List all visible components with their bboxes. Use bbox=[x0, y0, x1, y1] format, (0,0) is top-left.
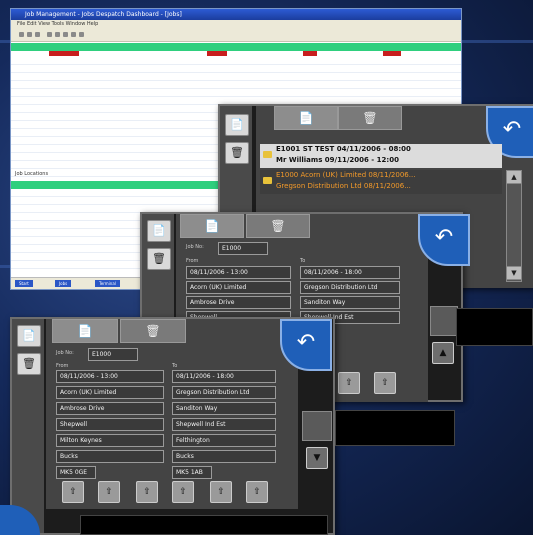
toolbar-icon[interactable] bbox=[71, 32, 76, 37]
toolbar-icon[interactable] bbox=[79, 32, 84, 37]
message-bar bbox=[80, 515, 328, 535]
toolbar-icon[interactable] bbox=[55, 32, 60, 37]
grid-row-highlight[interactable] bbox=[383, 51, 401, 56]
tab-documents[interactable]: 📄 bbox=[180, 214, 244, 238]
job-no-label: Job No: bbox=[186, 244, 204, 250]
job-no-field: E1000 bbox=[88, 348, 138, 361]
to-company-field: Gregson Distribution Ltd bbox=[172, 386, 276, 399]
load-green-icon[interactable]: ⇧ bbox=[136, 481, 158, 503]
inbox-icon[interactable]: 🗑 bbox=[147, 248, 171, 270]
from-address-field: Milton Keynes bbox=[56, 434, 164, 447]
from-address-field: Bucks bbox=[56, 450, 164, 463]
job-no-field: E1000 bbox=[218, 242, 268, 255]
load-green-icon[interactable]: ⇧ bbox=[172, 481, 194, 503]
from-label: From bbox=[56, 363, 69, 369]
save-icon[interactable]: 📄 bbox=[147, 220, 171, 242]
envelope-icon bbox=[263, 151, 272, 158]
to-address-field: Sanditon Way bbox=[300, 296, 400, 309]
to-date-field: 08/11/2006 - 18:00 bbox=[300, 266, 400, 279]
to-date-field: 08/11/2006 - 18:00 bbox=[172, 370, 276, 383]
from-label: From bbox=[186, 258, 199, 264]
save-icon[interactable]: 📄 bbox=[225, 114, 249, 136]
tab-delete[interactable]: 🗑 bbox=[120, 319, 186, 343]
taskbar-button[interactable]: Jobs bbox=[55, 280, 72, 287]
lower-pane-label: Job Locations bbox=[15, 171, 49, 177]
job-line: Gregson Distribution Ltd 08/11/2006... bbox=[276, 182, 411, 190]
toolbar-icon[interactable] bbox=[47, 32, 52, 37]
job-list-item[interactable]: E1001 ST TEST 04/11/2006 - 08:00 Mr Will… bbox=[260, 144, 502, 168]
grid-row-highlight[interactable] bbox=[49, 51, 79, 56]
scroll-up-button[interactable]: ▲ bbox=[506, 170, 522, 184]
from-postcode-field: MK5 0GE bbox=[56, 466, 96, 479]
to-address-field: Shepwell Ind Est bbox=[172, 418, 276, 431]
toolbar-icon[interactable] bbox=[63, 32, 68, 37]
message-bar bbox=[335, 410, 455, 446]
tab-delete[interactable]: 🗑 bbox=[338, 106, 402, 130]
taskbar-button[interactable]: Terminal bbox=[95, 280, 120, 287]
person-icon[interactable]: ⇧ bbox=[62, 481, 84, 503]
taskbar-button[interactable]: Start bbox=[15, 280, 33, 287]
side-strip: 📄 🗑 bbox=[12, 319, 44, 533]
job-line: E1000 Acorn (UK) Limited 08/11/2006... bbox=[276, 171, 416, 179]
tab-documents[interactable]: 📄 bbox=[52, 319, 118, 343]
terminal-job-detail-front: 📄 🗑 📄 🗑 ↶ Job No: E1000 From To 08/11/20… bbox=[10, 317, 335, 535]
to-postcode-field: MK5 1AB bbox=[172, 466, 212, 479]
scroll-down-button[interactable]: ▼ bbox=[506, 266, 522, 280]
fail-red-icon[interactable]: ⇧ bbox=[246, 481, 268, 503]
from-company-field: Acorn (UK) Limited bbox=[56, 386, 164, 399]
deliver-icon[interactable]: ⇧ bbox=[210, 481, 232, 503]
grid-row-highlight[interactable] bbox=[303, 51, 317, 56]
envelope-icon bbox=[263, 177, 272, 184]
inbox-icon[interactable]: 🗑 bbox=[225, 142, 249, 164]
toolbar-icon[interactable] bbox=[27, 32, 32, 37]
unload-icon[interactable]: ⇧ bbox=[98, 481, 120, 503]
unload-icon[interactable]: ⇧ bbox=[338, 372, 360, 394]
toolbar bbox=[11, 29, 461, 42]
to-address-field: Sanditon Way bbox=[172, 402, 276, 415]
tab-delete[interactable]: 🗑 bbox=[246, 214, 310, 238]
unload-icon[interactable]: ⇧ bbox=[374, 372, 396, 394]
menu-bar[interactable]: File Edit View Tools Window Help bbox=[11, 20, 461, 29]
toolbar-icon[interactable] bbox=[35, 32, 40, 37]
from-address-field: Shepwell bbox=[56, 418, 164, 431]
message-bar bbox=[456, 308, 533, 346]
side-pane bbox=[302, 411, 332, 441]
jobs-grid-header[interactable] bbox=[11, 43, 461, 51]
to-address-field: Felthington bbox=[172, 434, 276, 447]
job-line: E1001 ST TEST 04/11/2006 - 08:00 bbox=[276, 145, 411, 153]
from-address-field: Ambrose Drive bbox=[186, 296, 291, 309]
to-address-field: Bucks bbox=[172, 450, 276, 463]
scroll-down-button[interactable]: ▼ bbox=[306, 447, 328, 469]
tab-documents[interactable]: 📄 bbox=[274, 106, 338, 130]
save-icon[interactable]: 📄 bbox=[17, 325, 41, 347]
to-label: To bbox=[300, 258, 306, 264]
job-no-label: Job No: bbox=[56, 350, 74, 356]
job-list-item[interactable]: E1000 Acorn (UK) Limited 08/11/2006... G… bbox=[260, 170, 502, 194]
inbox-icon[interactable]: 🗑 bbox=[17, 353, 41, 375]
toolbar-icon[interactable] bbox=[19, 32, 24, 37]
grid-row-highlight[interactable] bbox=[207, 51, 227, 56]
to-label: To bbox=[172, 363, 178, 369]
from-address-field: Ambrose Drive bbox=[56, 402, 164, 415]
from-date-field: 08/11/2006 - 13:00 bbox=[56, 370, 164, 383]
window-title: Job Management - Jobs Despatch Dashboard… bbox=[11, 9, 461, 20]
from-company-field: Acorn (UK) Limited bbox=[186, 281, 291, 294]
job-line: Mr Williams 09/11/2006 - 12:00 bbox=[276, 156, 399, 164]
side-pane bbox=[430, 306, 458, 336]
from-date-field: 08/11/2006 - 13:00 bbox=[186, 266, 291, 279]
to-company-field: Gregson Distribution Ltd bbox=[300, 281, 400, 294]
scroll-up-button[interactable]: ▲ bbox=[432, 342, 454, 364]
